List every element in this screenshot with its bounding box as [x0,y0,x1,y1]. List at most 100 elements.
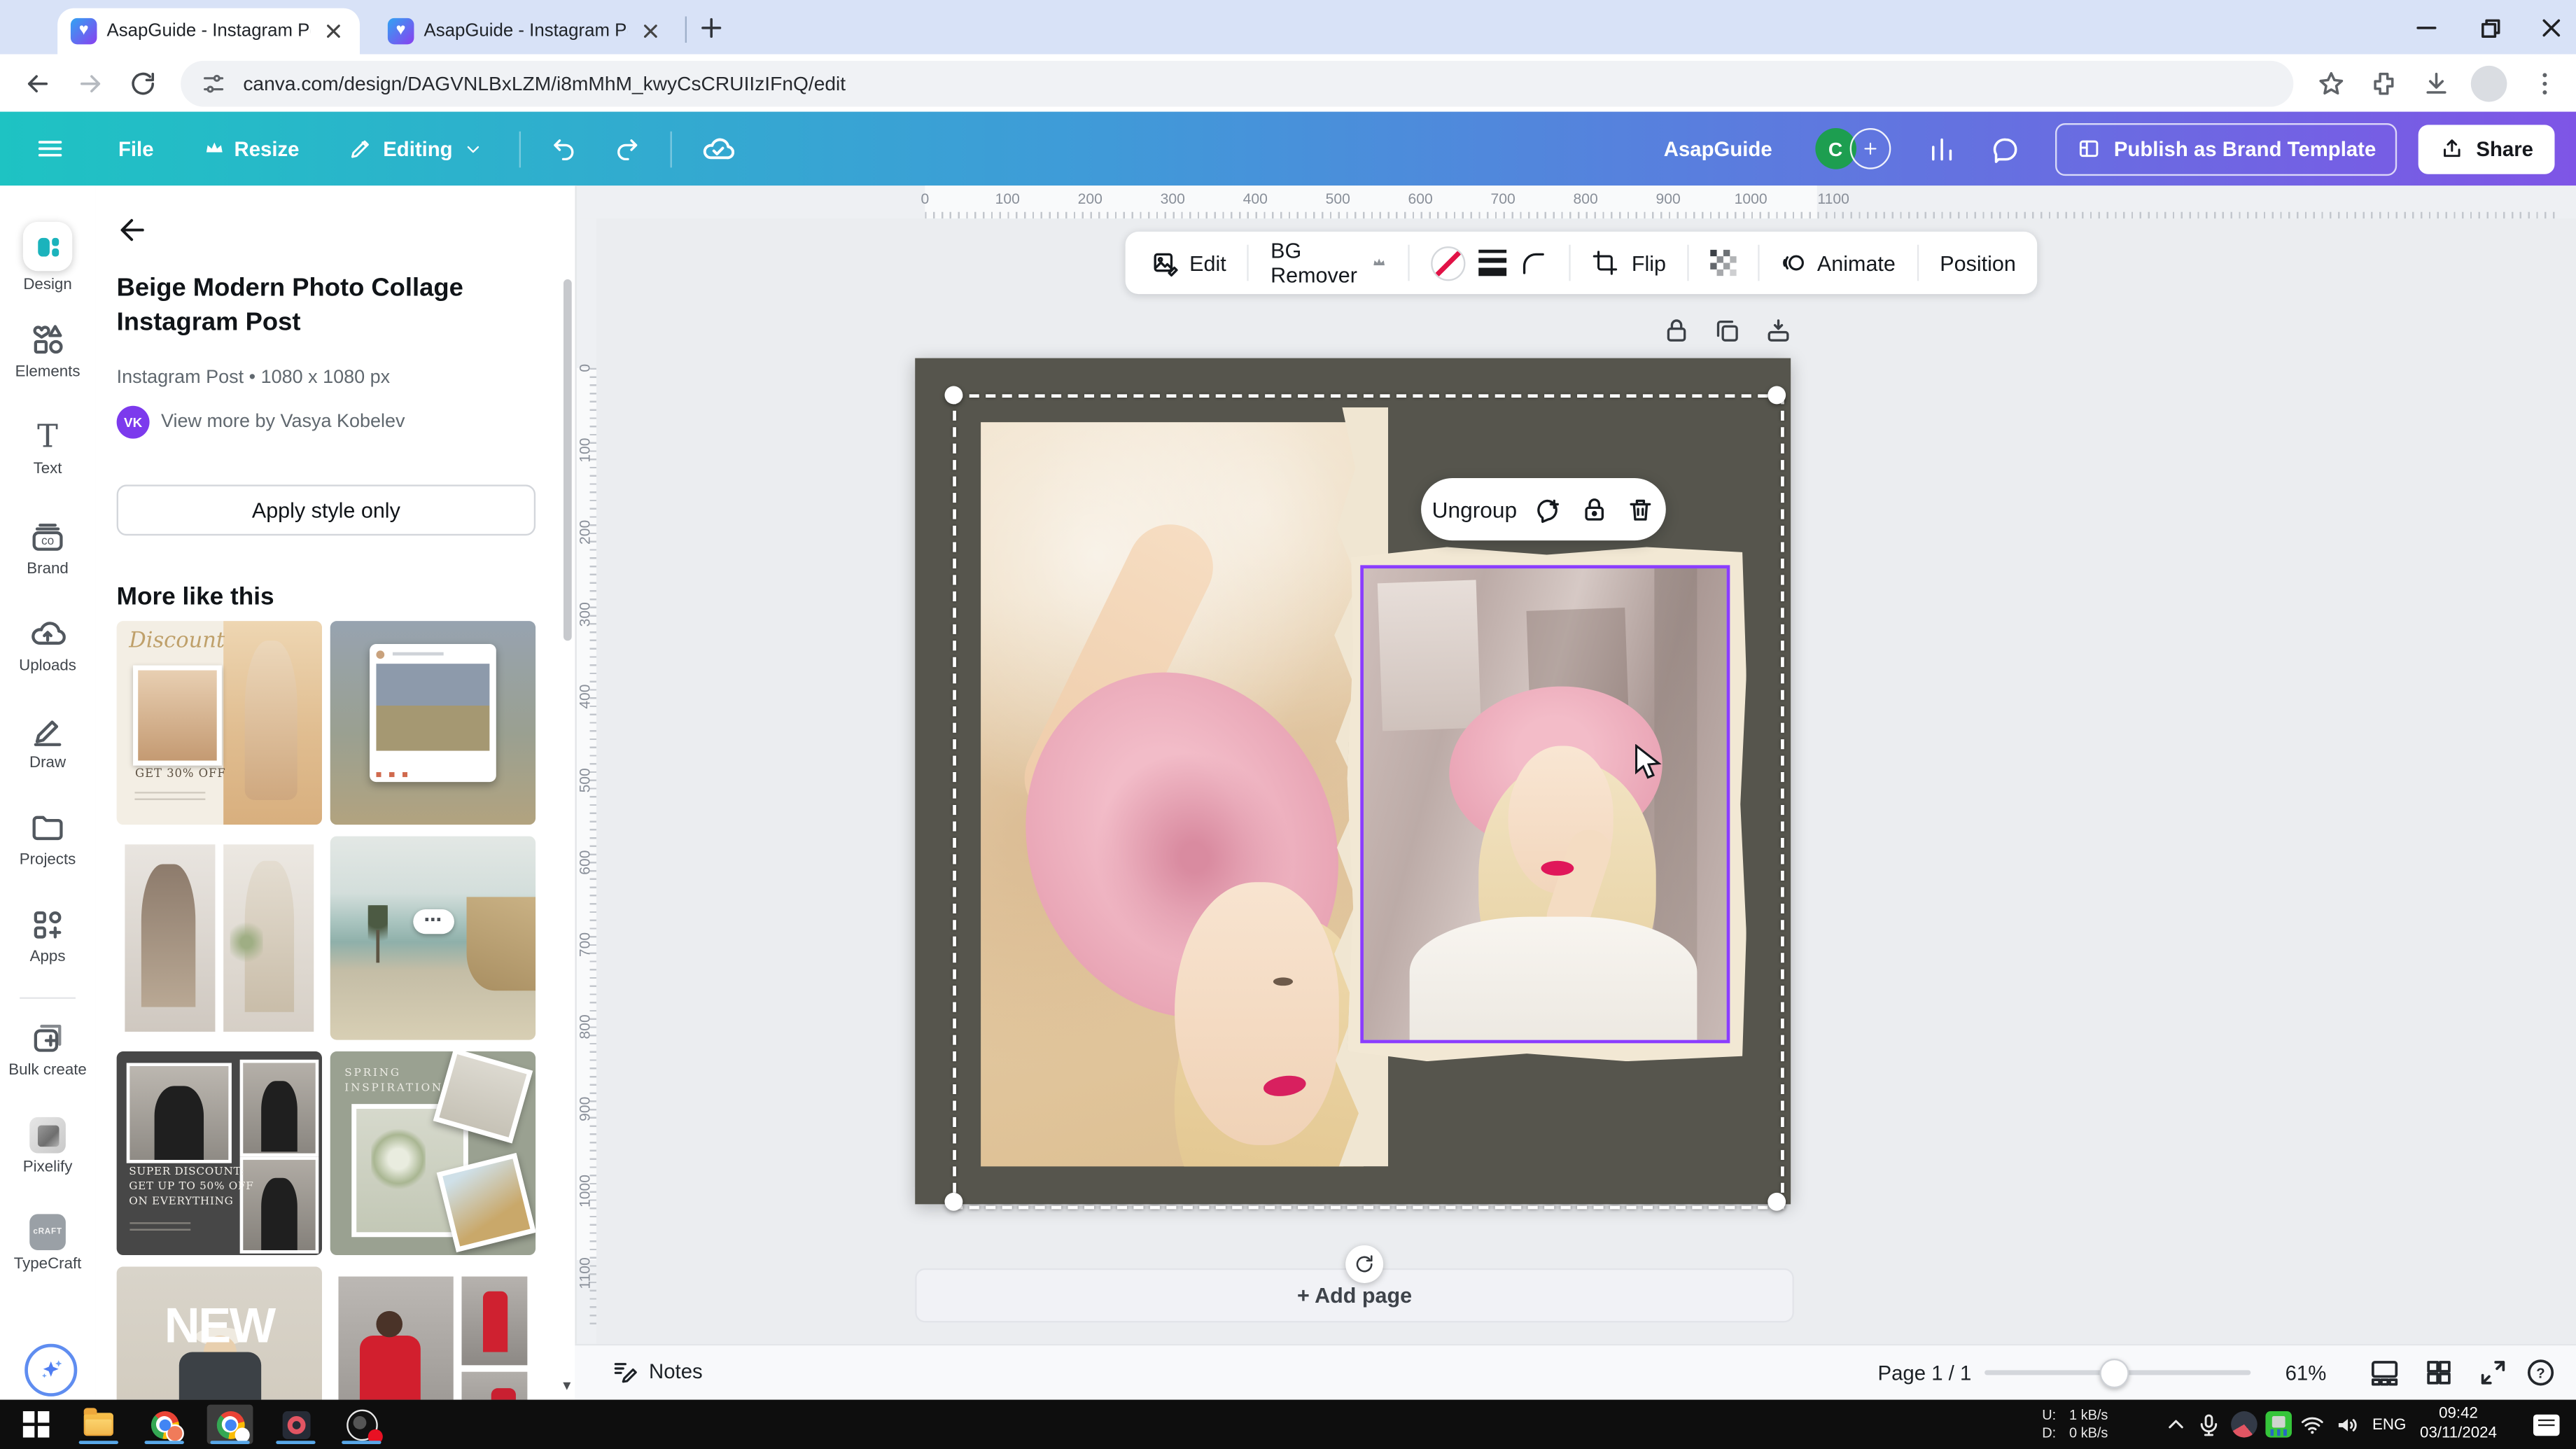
window-restore-button[interactable] [2474,13,2503,43]
window-minimize-button[interactable] [2412,13,2441,43]
template-thumbnail[interactable]: NEW [117,1266,322,1399]
sidebar-item-apps[interactable]: Apps [0,907,95,966]
tab-close-icon[interactable] [321,18,347,45]
sidebar-item-bulk-create[interactable]: Bulk create [0,1020,95,1079]
position-button[interactable]: Position [1933,251,2022,275]
sidebar-item-draw[interactable]: Draw [0,713,95,772]
thumbnail-more-button[interactable]: ⋯ [412,909,454,934]
notification-center[interactable] [2533,1400,2560,1449]
lock-page-button[interactable] [1662,317,1690,345]
crop-button[interactable] [1586,250,1625,276]
selection-handle-se[interactable] [1768,1193,1786,1211]
add-member-button[interactable] [1849,128,1891,169]
flip-button[interactable]: Flip [1625,251,1672,275]
comment-add-icon[interactable] [1535,496,1563,524]
sidebar-item-projects[interactable]: Projects [0,810,95,869]
help-button[interactable]: ? [2525,1357,2556,1389]
language-indicator[interactable]: ENG [2372,1400,2406,1449]
undo-button[interactable] [550,134,578,162]
magic-assistant-button[interactable] [24,1344,77,1396]
zoom-slider[interactable] [1984,1370,2250,1375]
lock-icon[interactable] [1581,496,1609,524]
share-button[interactable]: Share [2418,124,2554,173]
redo-button[interactable] [612,134,640,162]
bg-remover-button[interactable]: BG Remover [1264,238,1394,287]
add-page-icon-button[interactable] [1765,317,1793,345]
browser-profile-avatar[interactable] [2471,65,2507,102]
panel-back-button[interactable] [117,214,150,246]
fullscreen-button[interactable] [2477,1357,2509,1389]
border-color-button[interactable] [1424,246,1472,280]
panel-scroll-down-arrow[interactable]: ▼ [560,1378,573,1393]
extensions-icon[interactable] [2369,68,2398,97]
download-icon[interactable] [2421,68,2451,97]
avatar-group[interactable]: C [1815,128,1891,169]
ungroup-button[interactable]: Ungroup [1432,497,1518,522]
taskbar-obs[interactable] [338,1405,384,1444]
template-thumbnail[interactable] [117,836,322,1040]
sidebar-item-pixelify[interactable]: Pixelify [0,1117,95,1176]
tray-app-green[interactable] [2265,1400,2292,1449]
tab-close-icon[interactable] [638,18,664,45]
back-button[interactable] [23,68,52,97]
insights-icon[interactable] [1926,134,1956,163]
animate-button[interactable]: Animate [1774,250,1902,276]
taskbar-file-explorer[interactable] [76,1405,122,1444]
window-close-button[interactable] [2537,13,2566,43]
template-thumbnail[interactable]: ⋯ [330,836,536,1040]
corner-rounding-button[interactable] [1513,249,1555,277]
file-menu[interactable]: File [118,137,154,160]
designer-row[interactable]: VK View more by Vasya Kobelev [117,406,405,439]
template-thumbnail[interactable] [330,1266,536,1399]
grid-view-button[interactable] [2423,1357,2455,1389]
template-thumbnail[interactable]: SPRINGINSPIRATION [330,1051,536,1255]
sidebar-item-elements[interactable]: Elements [0,322,95,381]
clock[interactable]: 09:4203/11/2024 [2420,1400,2497,1449]
taskbar-chrome-2-active[interactable] [207,1405,253,1444]
taskbar-chrome-1[interactable] [141,1405,188,1444]
notes-button[interactable]: Notes [611,1359,703,1385]
photo-right-element-selected[interactable] [1360,565,1730,1043]
forward-button[interactable] [76,68,105,97]
sidebar-item-typecraft[interactable]: cRAFT TypeCraft [0,1214,95,1273]
duplicate-page-button[interactable] [1714,317,1742,345]
sidebar-item-design[interactable]: Design [0,222,95,294]
browser-menu-icon[interactable] [2530,68,2559,97]
delete-icon[interactable] [1627,496,1655,524]
main-menu-icon[interactable] [34,133,66,164]
url-field[interactable]: canva.com/design/DAGVNLBxLZM/i8mMhM_kwyC… [181,60,2293,106]
selection-handle-ne[interactable] [1768,386,1786,405]
tray-volume[interactable] [2334,1400,2359,1449]
site-settings-icon[interactable] [200,70,227,97]
tray-chevron[interactable] [2164,1400,2188,1449]
editing-mode-dropdown[interactable]: Editing [349,136,482,161]
tray-app-sphere[interactable] [2231,1400,2258,1449]
rotate-page-button[interactable] [1345,1245,1383,1283]
tray-mic[interactable] [2197,1400,2221,1449]
start-button[interactable] [13,1405,59,1444]
template-thumbnail[interactable] [330,621,536,825]
comments-icon[interactable] [1991,134,2020,163]
reload-button[interactable] [128,68,158,97]
tray-wifi[interactable] [2300,1400,2325,1449]
border-style-button[interactable] [1472,250,1513,276]
template-thumbnail[interactable]: SUPER DISCOUNT:GET UP TO 50% OFFON EVERY… [117,1051,322,1255]
browser-tab-inactive[interactable]: ♥ AsapGuide - Instagram Post - C [374,8,677,55]
transparency-button[interactable] [1704,250,1743,276]
selection-handle-sw[interactable] [944,1193,962,1211]
apply-style-button[interactable]: Apply style only [117,484,536,536]
edit-image-button[interactable]: Edit [1145,249,1233,277]
selection-handle-nw[interactable] [944,386,962,405]
photo-left-element[interactable] [981,422,1364,1166]
pages-view-button[interactable] [2369,1357,2400,1389]
panel-scrollbar[interactable] [564,279,572,640]
taskbar-recorder-app[interactable] [273,1405,319,1444]
sidebar-item-text[interactable]: T Text [0,419,95,477]
publish-brand-template-button[interactable]: Publish as Brand Template [2054,122,2397,175]
browser-tab-active[interactable]: ♥ AsapGuide - Instagram Post [57,8,360,55]
zoom-slider-thumb[interactable] [2099,1359,2129,1388]
sidebar-item-brand[interactable]: co Brand [0,519,95,578]
template-thumbnail[interactable]: Discount GET 30% OFF [117,621,322,825]
view-more-link[interactable]: View more by Vasya Kobelev [161,412,405,432]
sidebar-item-uploads[interactable]: Uploads [0,616,95,675]
